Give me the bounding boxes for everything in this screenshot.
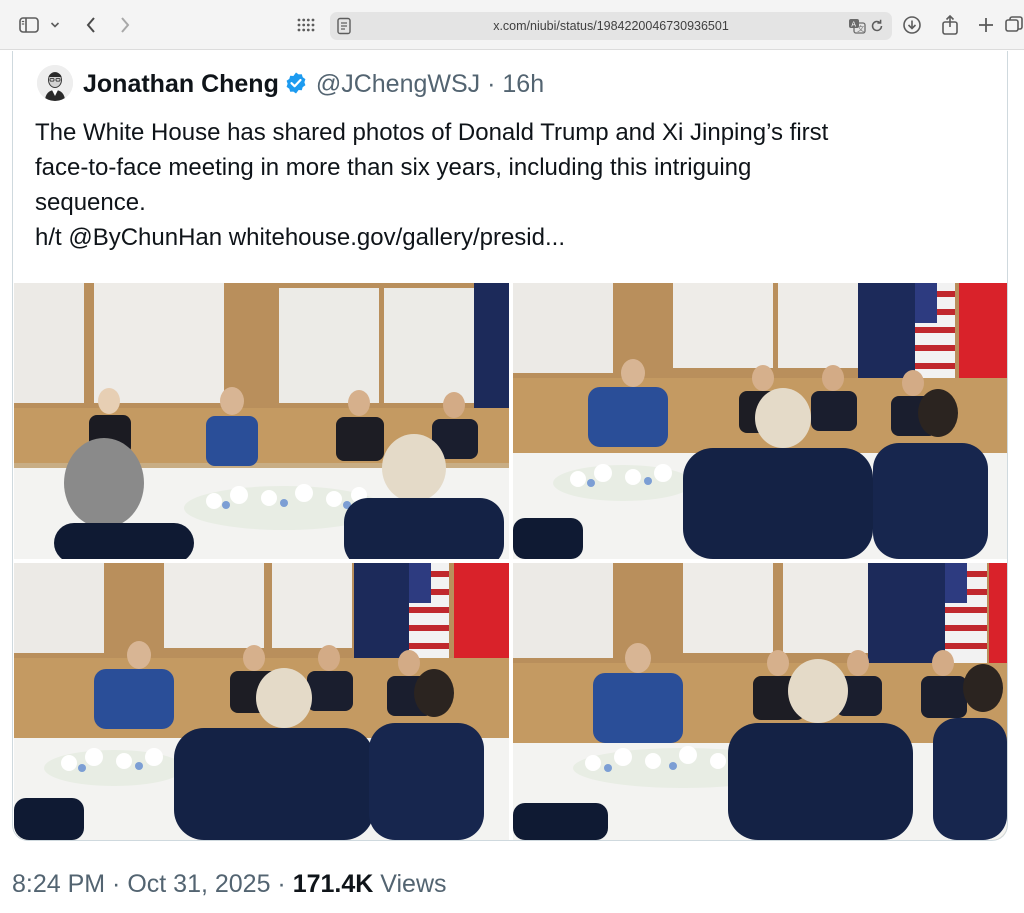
- address-bar[interactable]: x.com/niubi/status/1984220046730936501 A…: [330, 12, 892, 40]
- meta-separator: ·: [270, 870, 293, 898]
- forward-icon[interactable]: [116, 12, 134, 38]
- views-label: Views: [373, 870, 447, 898]
- tweet-date[interactable]: Oct 31, 2025: [127, 870, 270, 898]
- tweet-photo-2[interactable]: [513, 283, 1007, 559]
- views-count: 171.4K: [292, 870, 374, 898]
- author-name[interactable]: Jonathan Cheng: [83, 70, 279, 99]
- tweet-text-line: sequence.: [35, 189, 146, 216]
- tweet-photo-1[interactable]: [14, 283, 509, 559]
- tweet-meta: 8:24 PM · Oct 31, 2025 · 171.4K Views: [12, 870, 447, 899]
- url-text[interactable]: x.com/niubi/status/1984220046730936501: [330, 19, 892, 33]
- download-icon[interactable]: [902, 12, 922, 38]
- tweet-photo-3[interactable]: [14, 563, 509, 840]
- dot-separator: ·: [480, 69, 503, 98]
- handle-text[interactable]: @JChengWSJ: [316, 70, 480, 98]
- share-icon[interactable]: [940, 12, 960, 38]
- svg-text:文: 文: [857, 24, 864, 33]
- tweet-text-line: face-to-face meeting in more than six ye…: [35, 154, 752, 181]
- translate-icon[interactable]: A文: [848, 18, 866, 39]
- tweet-age[interactable]: 16h: [502, 70, 544, 98]
- meta-separator: ·: [105, 870, 128, 898]
- tweet-author: Jonathan Cheng @JChengWSJ · 16h: [83, 69, 544, 99]
- tweet-time[interactable]: 8:24 PM: [12, 870, 105, 898]
- svg-text:A: A: [851, 20, 856, 28]
- reload-icon[interactable]: [870, 19, 884, 38]
- new-tab-icon[interactable]: [976, 12, 996, 38]
- browser-toolbar: x.com/niubi/status/1984220046730936501 A…: [0, 0, 1024, 50]
- tweet-card: Jonathan Cheng @JChengWSJ · 16h The Whit…: [12, 51, 1008, 841]
- avatar[interactable]: [37, 65, 73, 101]
- verified-badge-icon: [284, 71, 308, 100]
- tweet-text-line: The White House has shared photos of Don…: [35, 119, 829, 146]
- tweet-link-line[interactable]: h/t @ByChunHan whitehouse.gov/gallery/pr…: [35, 220, 975, 255]
- tweet-text: The White House has shared photos of Don…: [35, 115, 975, 255]
- tabs-icon[interactable]: [1004, 12, 1024, 38]
- sidebar-icon[interactable]: [18, 12, 40, 38]
- grid-icon[interactable]: [296, 12, 316, 38]
- tweet-photo-4[interactable]: [513, 563, 1007, 840]
- back-icon[interactable]: [82, 12, 100, 38]
- author-handle[interactable]: @JChengWSJ · 16h: [316, 70, 544, 99]
- chevron-down-icon[interactable]: [48, 12, 62, 38]
